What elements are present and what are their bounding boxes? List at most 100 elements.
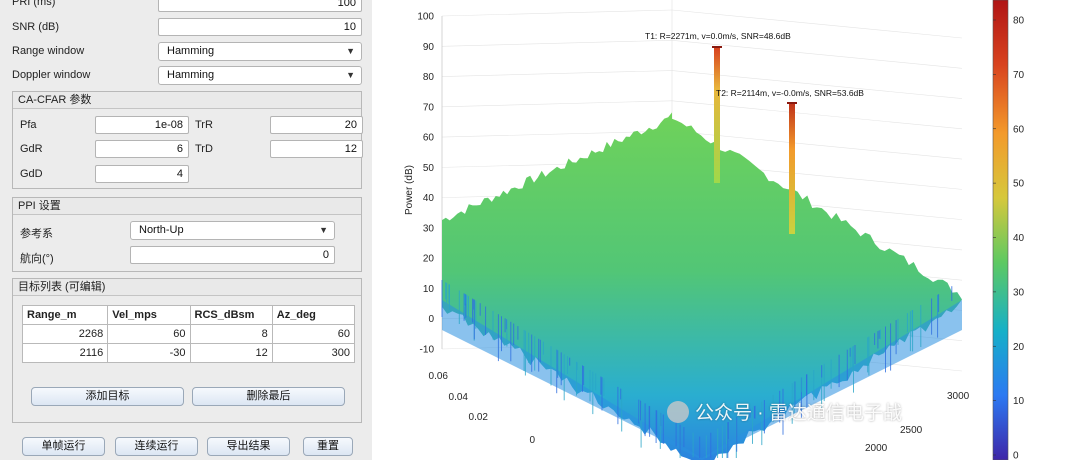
chevron-down-icon: ▼ (319, 225, 328, 235)
ref-frame-value: North-Up (139, 224, 184, 236)
doppler-window-value: Hamming (167, 69, 215, 81)
colorbar-tick-label: 0 (1013, 451, 1019, 460)
table-cell[interactable]: 60 (107, 324, 191, 344)
ref-frame-label: 参考系 (20, 228, 53, 240)
continuous-run-button[interactable]: 连续运行 (115, 437, 198, 456)
range-window-select[interactable]: Hamming ▼ (158, 42, 362, 61)
surface-chart[interactable]: 1009080706050403020100-10 Power (dB) T1:… (372, 0, 1080, 460)
velocity-tick-label: 0.06 (429, 371, 449, 382)
range-window-value: Hamming (167, 45, 215, 57)
table-cell[interactable]: 12 (189, 343, 273, 363)
trr-label: TrR (195, 119, 213, 131)
table-header-row: Range_m Vel_mps RCS_dBsm Az_deg (21, 305, 356, 325)
peak-t2 (789, 104, 795, 234)
column-header[interactable]: Az_deg (271, 305, 356, 325)
column-header[interactable]: Vel_mps (107, 305, 191, 325)
ref-frame-select[interactable]: North-Up ▼ (130, 221, 335, 240)
colorbar-tick-label: 30 (1013, 287, 1025, 298)
z-tick-label: 50 (423, 163, 435, 174)
grid-line (441, 39, 673, 47)
z-tick-label: 80 (423, 72, 435, 83)
heading-field[interactable]: 0 (130, 246, 335, 264)
table-cell[interactable]: 2268 (21, 324, 109, 344)
target-table[interactable]: Range_m Vel_mps RCS_dBsm Az_deg 2268 60 … (21, 305, 356, 363)
reset-button[interactable]: 重置 (303, 437, 353, 456)
pri-label: PRI (ms) (12, 0, 56, 8)
velocity-tick-label: 0.04 (449, 392, 469, 403)
z-tick-label: 10 (423, 284, 435, 295)
cfar-group: CA-CFAR 参数 Pfa 1e-08 TrR 20 GdR 6 TrD 12… (12, 91, 363, 189)
table-row: 2116 -30 12 300 (21, 343, 356, 363)
colorbar-tick-label: 70 (1013, 70, 1025, 81)
snr-field[interactable]: 10 (158, 18, 362, 36)
velocity-axis: 0 0.020.040.06 (429, 371, 536, 446)
trd-label: TrD (195, 143, 213, 155)
export-button[interactable]: 导出结果 (207, 437, 290, 456)
colorbar-tick-label: 60 (1013, 124, 1025, 135)
ppi-group-title: PPI 设置 (13, 198, 361, 215)
z-tick-label: 90 (423, 42, 435, 53)
peak-t2-cap (787, 102, 797, 104)
z-axis: 1009080706050403020100-10 (417, 12, 443, 356)
z-tick-label: 30 (423, 223, 435, 234)
grid-line (441, 70, 673, 77)
velocity-tick-label: 0.02 (469, 412, 489, 423)
trr-field[interactable]: 20 (270, 116, 363, 134)
remove-last-button[interactable]: 删除最后 (192, 387, 345, 406)
column-header[interactable]: RCS_dBsm (189, 305, 273, 325)
range-tick-label: 2500 (900, 425, 923, 436)
pfa-label: Pfa (20, 119, 37, 131)
chevron-down-icon: ▼ (346, 70, 355, 80)
snr-label: SNR (dB) (12, 21, 60, 33)
velocity-tick-label: 0 (529, 435, 535, 446)
z-tick-label: 70 (423, 102, 435, 113)
z-axis-label: Power (dB) (404, 165, 415, 215)
single-run-button[interactable]: 单帧运行 (22, 437, 105, 456)
column-header[interactable]: Range_m (21, 305, 109, 325)
table-cell[interactable]: 60 (271, 324, 356, 344)
ppi-group: PPI 设置 参考系 North-Up ▼ 航向(°) 0 (12, 197, 362, 272)
range-window-label: Range window (12, 45, 85, 57)
colorbar-tick-label: 40 (1013, 233, 1025, 244)
doppler-window-label: Doppler window (12, 69, 91, 81)
colorbar (992, 0, 1009, 460)
peak-t1 (714, 48, 720, 183)
heading-label: 航向(°) (20, 253, 54, 265)
pfa-field[interactable]: 1e-08 (95, 116, 189, 134)
range-tick-label: 3000 (947, 391, 970, 402)
surface-plot[interactable]: 100 90 80 70 60 50 40 30 20 10 0 -10 Power (dB) T1:… (372, 0, 1080, 460)
z-tick-label: 40 (423, 193, 435, 204)
range-tick-label: 2000 (865, 443, 888, 454)
cfar-group-title: CA-CFAR 参数 (13, 92, 361, 109)
grid-line (441, 9, 673, 17)
gdr-label: GdR (20, 143, 43, 155)
doppler-window-select[interactable]: Hamming ▼ (158, 66, 362, 85)
table-cell[interactable]: -30 (107, 343, 191, 363)
colorbar-tick-label: 10 (1013, 396, 1025, 407)
gdd-field[interactable]: 4 (95, 165, 189, 183)
table-cell[interactable]: 300 (271, 343, 356, 363)
table-row: 2268 60 8 60 (21, 324, 356, 344)
target-list-title: 目标列表 (可编辑) (13, 279, 361, 296)
trd-field[interactable]: 12 (270, 140, 363, 158)
z-tick-label: 60 (423, 133, 435, 144)
gdd-label: GdD (20, 168, 43, 180)
target-list-group: 目标列表 (可编辑) Range_m Vel_mps RCS_dBsm Az_d… (12, 278, 362, 423)
pri-field[interactable]: 100 (158, 0, 362, 12)
table-cell[interactable]: 2116 (21, 343, 109, 363)
gdr-field[interactable]: 6 (95, 140, 189, 158)
z-tick-label: -10 (420, 345, 435, 356)
grid-line (441, 100, 673, 108)
z-tick-label: 20 (423, 254, 435, 265)
colorbar-tick-label: 50 (1013, 179, 1025, 190)
watermark: 公众号 · 雷达通信电子战 (667, 398, 902, 425)
colorbar-tick-label: 80 (1013, 16, 1025, 27)
wechat-logo-icon (667, 401, 689, 423)
add-target-button[interactable]: 添加目标 (31, 387, 184, 406)
peak-t1-cap (712, 46, 722, 48)
control-panel: PRI (ms) 100 SNR (dB) 10 Range window Ha… (0, 0, 372, 460)
colorbar-tick-label: 20 (1013, 342, 1025, 353)
z-tick-label: 100 (417, 12, 434, 23)
table-cell[interactable]: 8 (189, 324, 273, 344)
peak-t1-annotation: T1: R=2271m, v=0.0m/s, SNR=48.6dB (645, 31, 791, 41)
